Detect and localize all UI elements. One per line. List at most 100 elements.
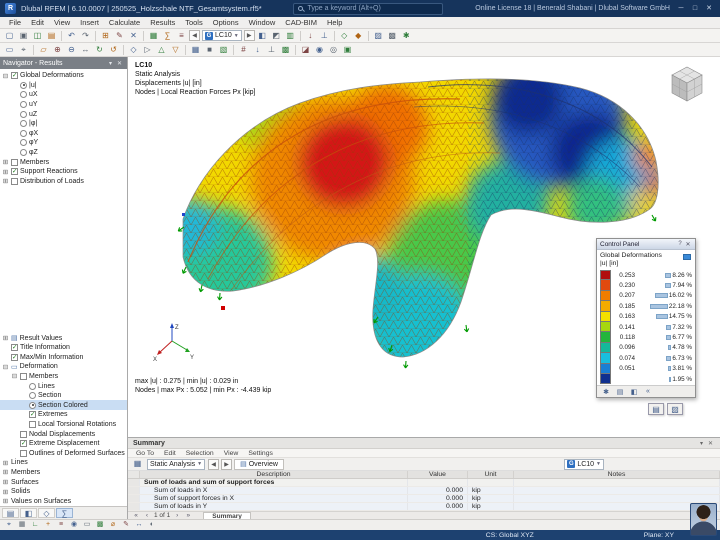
close-icon[interactable]: ✕: [706, 440, 715, 447]
delete-object-icon[interactable]: ✕: [127, 30, 140, 42]
panel-settings-icon[interactable]: ✱: [600, 388, 612, 396]
panel-collapse-icon[interactable]: «: [642, 388, 654, 395]
load-cases-icon[interactable]: ≡: [175, 30, 188, 42]
radio-button[interactable]: [20, 101, 27, 108]
maximize-icon[interactable]: □: [689, 3, 701, 15]
tree-item-extreme-displacement[interactable]: ✓Extreme Displacement: [0, 439, 127, 449]
tree-expander-icon[interactable]: ⊟: [2, 363, 9, 371]
data-tables-icon[interactable]: ▦: [147, 30, 160, 42]
control-panel-header[interactable]: Control Panel ? ✕: [597, 239, 695, 250]
shaded-display-icon[interactable]: ■: [203, 44, 216, 56]
tree-item-global-deformations[interactable]: ⊟✓Global Deformations: [0, 71, 127, 81]
tree-item-solids[interactable]: ⊞Solids: [0, 487, 127, 497]
polar-icon[interactable]: +: [42, 520, 54, 530]
graphics-viewport[interactable]: LC10 Static Analysis Displacements |u| […: [128, 57, 720, 437]
tab-overview[interactable]: ▤ Overview: [234, 459, 284, 470]
tree-item-support-reactions[interactable]: ⊞✓Support Reactions: [0, 167, 127, 177]
radio-button[interactable]: [20, 111, 27, 118]
grid-icon[interactable]: ▦: [16, 520, 28, 530]
pin-icon[interactable]: ▾: [106, 60, 115, 67]
rotate-view-icon[interactable]: ↻: [93, 44, 106, 56]
radio-button[interactable]: [20, 139, 27, 146]
next-load-case-button[interactable]: ▶: [244, 30, 255, 41]
checkbox[interactable]: ✓: [11, 354, 18, 361]
toggle-control-panel-button[interactable]: ▤: [648, 403, 664, 415]
previous-load-case-button[interactable]: ◀: [189, 30, 200, 41]
checkbox[interactable]: ✓: [11, 168, 18, 175]
clipping-planes-icon[interactable]: ◪: [299, 44, 312, 56]
show-supports-icon[interactable]: ⊥: [265, 44, 278, 56]
help-icon[interactable]: ?: [676, 241, 684, 247]
table-row[interactable]: Sum of loads in X0.000kip: [128, 487, 720, 495]
transparent-display-icon[interactable]: ▧: [217, 44, 230, 56]
menu-results[interactable]: Results: [145, 18, 180, 27]
print-graphic-icon[interactable]: ▤: [45, 30, 58, 42]
tree-item-uy[interactable]: uY: [0, 100, 127, 110]
program-settings-icon[interactable]: ✱: [400, 30, 413, 42]
menu-options[interactable]: Options: [208, 18, 244, 27]
menu-help[interactable]: Help: [322, 18, 347, 27]
close-icon[interactable]: ✕: [684, 241, 692, 248]
navigator-tab-views[interactable]: ◇: [38, 508, 55, 518]
wireframe-display-icon[interactable]: ▦: [189, 44, 202, 56]
tree-expander-icon[interactable]: ⊞: [2, 334, 9, 342]
result-tables-icon[interactable]: ▥: [284, 30, 297, 42]
color-scale-options-icon[interactable]: ▤: [614, 388, 626, 396]
show-loads-icon[interactable]: ↓: [251, 44, 264, 56]
next-page-icon[interactable]: ›: [173, 512, 181, 519]
pan-view-icon[interactable]: ↔: [79, 44, 92, 56]
undo-icon[interactable]: ↶: [65, 30, 78, 42]
materials-icon[interactable]: ◆: [352, 30, 365, 42]
radio-button[interactable]: [29, 402, 36, 409]
measure-icon[interactable]: ⌀: [107, 520, 119, 530]
checkbox[interactable]: ✓: [20, 440, 27, 447]
summary-menu-settings[interactable]: Settings: [243, 450, 278, 457]
view-in-y-icon[interactable]: △: [155, 44, 168, 56]
zoom-window-icon[interactable]: ▱: [37, 44, 50, 56]
tree-item-outlines-of-deformed-surfaces[interactable]: Outlines of Deformed Surfaces: [0, 448, 127, 458]
tree-item-item-5[interactable]: |φ|: [0, 119, 127, 129]
annotate-icon[interactable]: ✎: [120, 520, 132, 530]
calculate-all-icon[interactable]: ∑: [161, 30, 174, 42]
tree-expander-icon[interactable]: ⊟: [2, 72, 9, 80]
menu-calculate[interactable]: Calculate: [104, 18, 145, 27]
show-fe-mesh-icon[interactable]: ▩: [279, 44, 292, 56]
tree-expander-icon[interactable]: ⊞: [2, 158, 9, 166]
tree-item-lines[interactable]: ⊞Lines: [0, 458, 127, 468]
sections-icon[interactable]: ◇: [338, 30, 351, 42]
tree-item-z[interactable]: φZ: [0, 148, 127, 158]
analysis-selector[interactable]: Static Analysis ▼: [147, 459, 205, 470]
menu-window[interactable]: Window: [244, 18, 281, 27]
colored-results-icon[interactable]: ◩: [270, 30, 283, 42]
table-row[interactable]: Sum of loads in Y0.000kip: [128, 503, 720, 511]
tree-expander-icon[interactable]: ⊞: [2, 459, 9, 467]
isometric-view-icon[interactable]: ◇: [127, 44, 140, 56]
previous-view-icon[interactable]: ↺: [107, 44, 120, 56]
edit-object-icon[interactable]: ✎: [113, 30, 126, 42]
radio-button[interactable]: [20, 120, 27, 127]
fe-mesh-icon[interactable]: ▨: [372, 30, 385, 42]
menu-view[interactable]: View: [49, 18, 75, 27]
layers-icon[interactable]: ▩: [94, 520, 106, 530]
checkbox[interactable]: [11, 178, 18, 185]
menu-file[interactable]: File: [4, 18, 26, 27]
tree-item-surfaces[interactable]: ⊞Surfaces: [0, 477, 127, 487]
checkbox[interactable]: [29, 421, 36, 428]
new-model-icon[interactable]: ▢: [3, 30, 16, 42]
radio-button[interactable]: [29, 383, 36, 390]
load-case-selector[interactable]: G LC10 ▼: [202, 30, 242, 41]
tree-item-nodal-displacements[interactable]: Nodal Displacements: [0, 429, 127, 439]
pick-object-icon[interactable]: ⌖: [17, 44, 30, 56]
user-avatar[interactable]: [690, 503, 717, 536]
checkbox[interactable]: [20, 450, 27, 457]
minimize-icon[interactable]: ─: [675, 3, 687, 15]
tree-expander-icon[interactable]: ⊞: [2, 177, 9, 185]
tree-expander-icon[interactable]: ⊞: [2, 168, 9, 176]
tree-item-deformation[interactable]: ⊟▭Deformation: [0, 362, 127, 372]
radio-button[interactable]: [20, 130, 27, 137]
menu-edit[interactable]: Edit: [26, 18, 49, 27]
tree-item-members[interactable]: ⊞Members: [0, 468, 127, 478]
tree-item-section[interactable]: Section: [0, 391, 127, 401]
view-in-z-icon[interactable]: ▽: [169, 44, 182, 56]
radio-button[interactable]: [20, 82, 27, 89]
